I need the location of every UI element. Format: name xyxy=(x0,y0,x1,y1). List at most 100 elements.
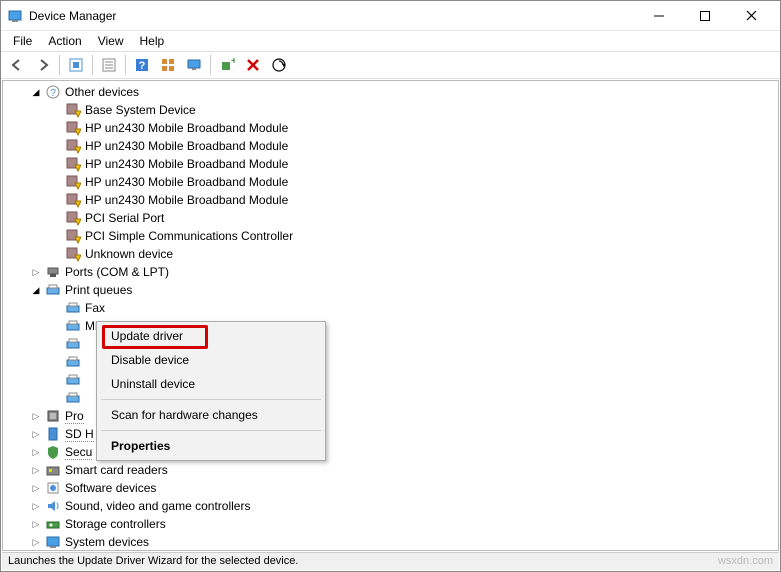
warning-device-icon xyxy=(65,228,81,244)
forward-button[interactable] xyxy=(31,53,55,77)
printer-icon xyxy=(65,318,81,334)
window-title: Device Manager xyxy=(29,9,636,23)
tree-label: HP un2430 Mobile Broadband Module xyxy=(85,193,288,207)
warning-device-icon xyxy=(65,156,81,172)
toolbar-separator xyxy=(125,55,126,75)
chevron-right-icon[interactable]: ▷ xyxy=(29,499,43,513)
menu-file[interactable]: File xyxy=(5,32,40,50)
sound-icon xyxy=(45,498,61,514)
tree-label: Pro xyxy=(65,409,84,424)
svg-text:+: + xyxy=(231,57,235,67)
tree-label: Base System Device xyxy=(85,103,196,117)
tree-node-device[interactable]: HP un2430 Mobile Broadband Module xyxy=(3,119,778,137)
tree-label: Storage controllers xyxy=(65,517,166,531)
printer-icon xyxy=(65,336,81,352)
properties-button[interactable] xyxy=(97,53,121,77)
tree-label: PCI Serial Port xyxy=(85,211,164,225)
menu-view[interactable]: View xyxy=(90,32,132,50)
tree-label: Fax xyxy=(85,301,105,315)
tree-label: Print queues xyxy=(65,283,132,297)
tree-label: Other devices xyxy=(65,85,139,99)
tree-node-ports[interactable]: ▷ Ports (COM & LPT) xyxy=(3,263,778,281)
warning-device-icon xyxy=(65,102,81,118)
svg-text:?: ? xyxy=(50,88,56,99)
storage-icon xyxy=(45,516,61,532)
tree-node-device[interactable]: HP un2430 Mobile Broadband Module xyxy=(3,191,778,209)
uninstall-button[interactable] xyxy=(241,53,265,77)
chevron-right-icon[interactable]: ▷ xyxy=(29,463,43,477)
chevron-right-icon[interactable]: ▷ xyxy=(29,427,43,441)
watermark: wsxdn.com xyxy=(718,555,773,568)
tree-node-smart-card[interactable]: ▷Smart card readers xyxy=(3,461,778,479)
smart-card-icon xyxy=(45,462,61,478)
chevron-right-icon[interactable]: ▷ xyxy=(29,517,43,531)
context-menu-uninstall-device[interactable]: Uninstall device xyxy=(99,372,323,396)
add-hardware-button[interactable]: + xyxy=(215,53,239,77)
context-menu: Update driver Disable device Uninstall d… xyxy=(96,321,326,461)
tree-label: System devices xyxy=(65,535,149,549)
tree-node-sound[interactable]: ▷Sound, video and game controllers xyxy=(3,497,778,515)
svg-text:?: ? xyxy=(139,60,146,72)
help-button[interactable]: ? xyxy=(130,53,154,77)
toolbar-separator xyxy=(210,55,211,75)
context-menu-properties[interactable]: Properties xyxy=(99,434,323,458)
printer-icon xyxy=(65,390,81,406)
chevron-down-icon[interactable]: ◢ xyxy=(29,283,43,297)
app-icon xyxy=(7,8,23,24)
warning-device-icon xyxy=(65,192,81,208)
maximize-button[interactable] xyxy=(682,1,728,31)
sd-icon xyxy=(45,426,61,442)
device-tree[interactable]: ◢ ? Other devices Base System Device HP … xyxy=(3,81,778,550)
scan-hardware-button[interactable] xyxy=(267,53,291,77)
tree-label: Secu xyxy=(65,445,92,460)
tree-label: HP un2430 Mobile Broadband Module xyxy=(85,121,288,135)
system-icon xyxy=(45,534,61,550)
back-button[interactable] xyxy=(5,53,29,77)
security-icon xyxy=(45,444,61,460)
tree-node-other-devices[interactable]: ◢ ? Other devices xyxy=(3,83,778,101)
chevron-right-icon[interactable]: ▷ xyxy=(29,409,43,423)
tree-node-system[interactable]: ▷ System devices xyxy=(3,533,778,550)
warning-device-icon xyxy=(65,174,81,190)
tree-node-device[interactable]: HP un2430 Mobile Broadband Module xyxy=(3,137,778,155)
chevron-right-icon[interactable]: ▷ xyxy=(29,481,43,495)
grid-button[interactable] xyxy=(156,53,180,77)
tree-node-device[interactable]: PCI Serial Port xyxy=(3,209,778,227)
device-tree-panel: ◢ ? Other devices Base System Device HP … xyxy=(2,80,779,551)
toolbar-separator xyxy=(92,55,93,75)
close-button[interactable] xyxy=(728,1,774,31)
tree-node-storage[interactable]: ▷ Storage controllers xyxy=(3,515,778,533)
context-menu-disable-device[interactable]: Disable device xyxy=(99,348,323,372)
tree-label: HP un2430 Mobile Broadband Module xyxy=(85,139,288,153)
tree-node-device[interactable]: PCI Simple Communications Controller xyxy=(3,227,778,245)
tree-node-device[interactable]: Unknown device xyxy=(3,245,778,263)
chevron-right-icon[interactable]: ▷ xyxy=(29,265,43,279)
chevron-right-icon[interactable]: ▷ xyxy=(29,445,43,459)
tree-node-software-devices[interactable]: ▷Software devices xyxy=(3,479,778,497)
menu-action[interactable]: Action xyxy=(40,32,89,50)
menu-help[interactable]: Help xyxy=(132,32,173,50)
tree-node-device[interactable]: HP un2430 Mobile Broadband Module xyxy=(3,173,778,191)
context-menu-separator xyxy=(101,399,321,400)
tree-node-device[interactable]: HP un2430 Mobile Broadband Module xyxy=(3,155,778,173)
tree-label: HP un2430 Mobile Broadband Module xyxy=(85,175,288,189)
menu-bar: File Action View Help xyxy=(1,31,780,51)
warning-device-icon xyxy=(65,138,81,154)
minimize-button[interactable] xyxy=(636,1,682,31)
tree-label: HP un2430 Mobile Broadband Module xyxy=(85,157,288,171)
tree-node-device[interactable]: Base System Device xyxy=(3,101,778,119)
processor-icon xyxy=(45,408,61,424)
chevron-down-icon[interactable]: ◢ xyxy=(29,85,43,99)
tree-label: SD H xyxy=(65,427,94,442)
context-menu-scan[interactable]: Scan for hardware changes xyxy=(99,403,323,427)
show-hidden-button[interactable] xyxy=(64,53,88,77)
context-menu-update-driver[interactable]: Update driver xyxy=(99,324,323,348)
chevron-right-icon[interactable]: ▷ xyxy=(29,535,43,549)
software-icon xyxy=(45,480,61,496)
tree-label: Ports (COM & LPT) xyxy=(65,265,169,279)
monitor-button[interactable] xyxy=(182,53,206,77)
tree-node-print-queues[interactable]: ◢ Print queues xyxy=(3,281,778,299)
context-menu-separator xyxy=(101,430,321,431)
tree-node-fax[interactable]: Fax xyxy=(3,299,778,317)
printer-icon xyxy=(65,300,81,316)
